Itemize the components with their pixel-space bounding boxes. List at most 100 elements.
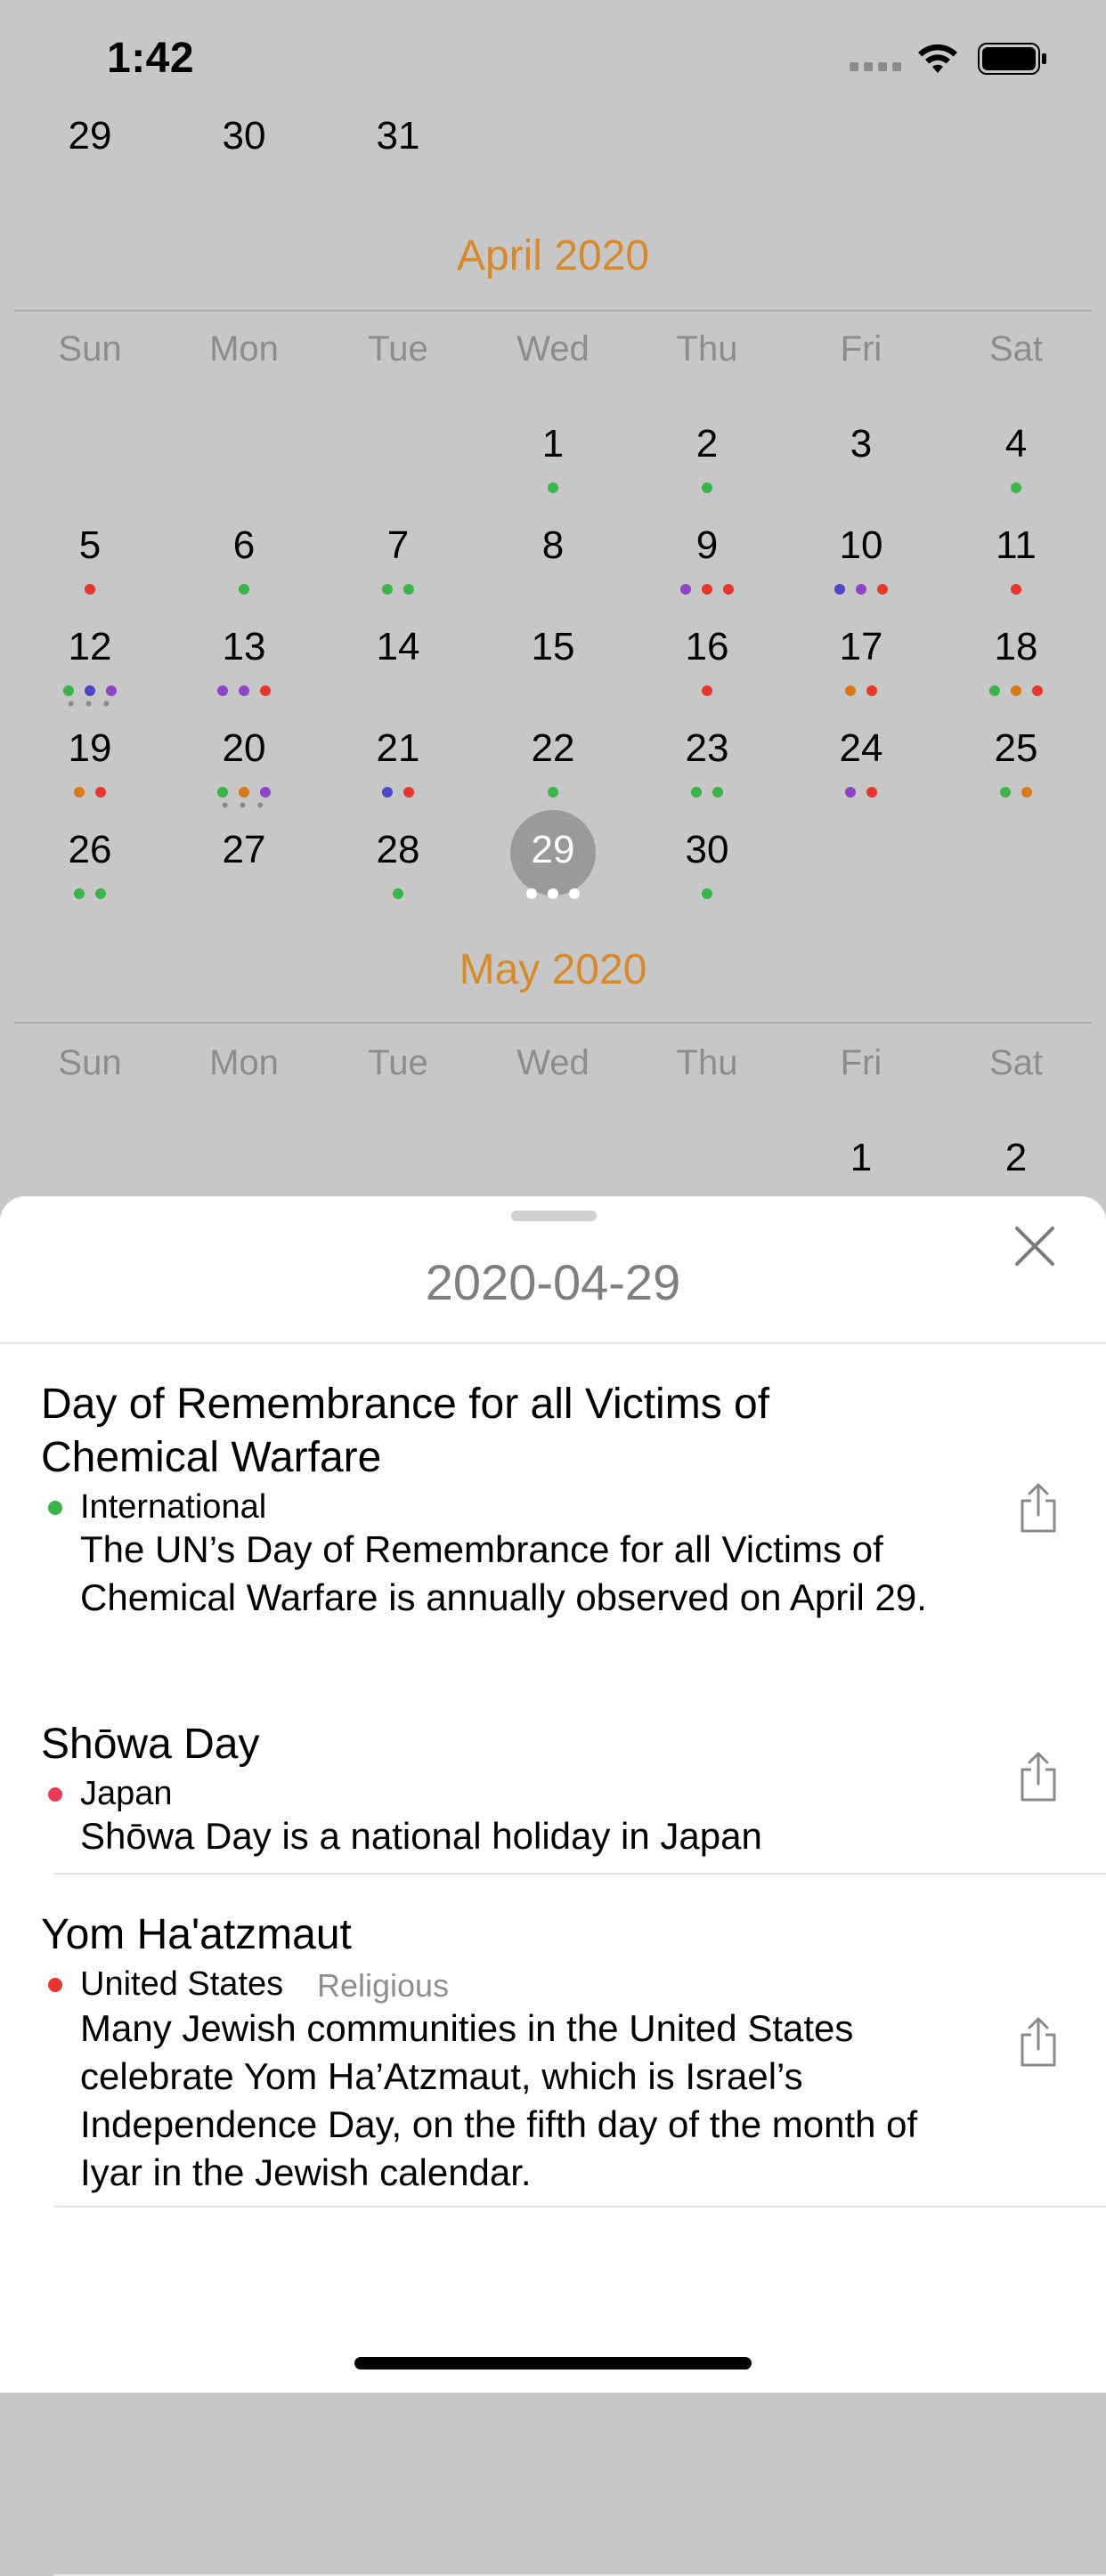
event-dot (382, 584, 393, 595)
status-time: 1:42 (107, 35, 195, 82)
day-number: 30 (685, 828, 729, 871)
event-dot (1011, 685, 1021, 696)
event-title: Shōwa Day (41, 1721, 260, 1768)
event-dots (654, 888, 760, 901)
event-dot (548, 888, 558, 899)
event-dots (963, 685, 1069, 698)
calendar-day[interactable]: 29 (37, 114, 143, 158)
day-number: 16 (685, 625, 729, 668)
event-dot (403, 584, 414, 595)
event-dot (95, 888, 106, 899)
event-dot (548, 787, 558, 798)
calendar-day[interactable]: 30 (191, 114, 297, 158)
day-number: 4 (1004, 422, 1028, 466)
day-number: 2 (1004, 1136, 1028, 1179)
event-description: Shōwa Day is a national holiday in Japan (80, 1815, 762, 1857)
weekday-label: Tue (368, 329, 428, 369)
event-tag-dot (48, 1787, 62, 1802)
day-number: 14 (376, 625, 420, 668)
day-number: 28 (376, 828, 420, 871)
weekday-label: Sun (58, 1043, 122, 1082)
event-dots (500, 888, 606, 901)
day-number: 13 (222, 625, 266, 668)
day-number: 3 (850, 422, 873, 466)
weekday-label: Sat (988, 1043, 1044, 1082)
event-dot (702, 584, 712, 595)
event-tag-dot (48, 1978, 62, 1992)
cellular-signal-icon (850, 62, 901, 71)
event-dots (37, 584, 143, 596)
event-tag: United States (80, 1965, 284, 2003)
month-divider (14, 310, 1092, 312)
more-events-indicator: • • • (221, 794, 267, 816)
day-number: 19 (68, 726, 112, 770)
day-number: 24 (839, 726, 883, 770)
event-dots (345, 888, 451, 901)
event-category: Religious (317, 1967, 450, 2004)
event-dot (217, 685, 228, 696)
share-icon[interactable] (1017, 1481, 1060, 1535)
day-number: 26 (68, 828, 112, 871)
event-dots (345, 787, 451, 799)
event-dot (1000, 787, 1011, 798)
event-tag: International (80, 1488, 267, 1526)
day-number: 29 (531, 828, 575, 871)
weekday-label: Sat (988, 329, 1044, 369)
day-number: 25 (994, 726, 1038, 770)
event-dot (856, 584, 866, 595)
calendar-day[interactable]: 31 (345, 114, 451, 158)
day-number: 20 (222, 726, 266, 770)
event-dots (963, 787, 1069, 799)
day-number: 23 (685, 726, 729, 770)
sheet-header-divider (0, 1342, 1106, 1344)
day-number: 22 (531, 726, 575, 770)
weekday-label: Mon (209, 1043, 279, 1082)
home-indicator[interactable] (354, 2357, 752, 2369)
share-icon[interactable] (1017, 2015, 1060, 2069)
weekday-label: Thu (676, 1043, 738, 1082)
event-dot (877, 584, 888, 595)
day-number: 12 (68, 625, 112, 668)
event-dot (239, 685, 249, 696)
weekday-label: Wed (516, 329, 590, 369)
day-number: 27 (222, 828, 266, 871)
day-number: 10 (839, 523, 883, 567)
day-number: 2 (695, 422, 719, 466)
event-dots (654, 787, 760, 799)
month-title-may: May 2020 (459, 946, 647, 993)
event-description: The UN’s Day of Remembrance for all Vict… (80, 1528, 927, 1618)
event-dots (654, 584, 760, 596)
weekday-label: Fri (840, 1043, 882, 1082)
event-title: Yom Ha'atzmaut (41, 1911, 352, 1958)
battery-icon (978, 43, 1046, 75)
sheet-grabber[interactable] (511, 1211, 597, 1221)
event-dot (393, 888, 403, 899)
share-icon[interactable] (1017, 1750, 1060, 1803)
close-icon[interactable] (1008, 1219, 1061, 1273)
weekday-label: Wed (516, 1043, 590, 1082)
day-number: 1 (850, 1136, 873, 1179)
weekday-label: Mon (209, 329, 279, 369)
month-title-april: April 2020 (456, 232, 650, 279)
more-events-indicator: • • • (67, 693, 113, 715)
event-dot (526, 888, 537, 899)
event-dot (702, 685, 712, 696)
event-dots (191, 685, 297, 698)
event-description: Many Jewish communities in the United St… (80, 2007, 918, 2193)
wifi-icon (918, 44, 957, 73)
event-tag-dot (48, 1501, 62, 1515)
day-number: 5 (78, 523, 102, 567)
item-divider (53, 1873, 1106, 1875)
event-dot (74, 888, 85, 899)
day-number: 11 (996, 523, 1037, 567)
day-number: 9 (695, 523, 719, 567)
event-dot (680, 584, 691, 595)
day-number: 15 (531, 625, 575, 668)
day-number: 8 (541, 523, 565, 567)
event-dot (845, 787, 856, 798)
sheet-date-title: 2020-04-29 (425, 1254, 681, 1310)
event-dot (548, 482, 558, 493)
event-dot (723, 584, 734, 595)
weekday-label: Tue (368, 1043, 428, 1082)
event-dot (85, 584, 95, 595)
